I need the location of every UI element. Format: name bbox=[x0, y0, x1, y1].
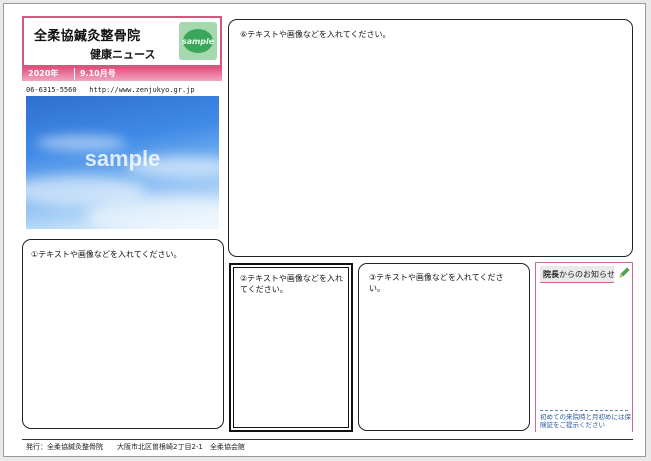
footer-publisher: 発行：全柔協鍼灸整骨院 大阪市北区曽根崎2丁目2-1 全柔協会館 bbox=[26, 443, 245, 451]
contact-line: 06-6315-5560 http://www.zenjukyo.gr.jp bbox=[26, 86, 195, 94]
content-panel-3[interactable]: ③テキストや画像などを入れてください。 bbox=[358, 263, 530, 431]
notice-title-strong: 院長 bbox=[543, 270, 559, 279]
website-url: http://www.zenjukyo.gr.jp bbox=[89, 86, 195, 94]
director-notice: 院長からのお知らせ 初めての来院時と月初めには保険証をご提示ください bbox=[535, 262, 633, 432]
sky-photo: sample bbox=[26, 96, 219, 229]
issue-date-bar: 2020年 9.10月号 bbox=[22, 67, 222, 81]
panel-6-text: ⑥テキストや画像などを入れてください。 bbox=[240, 30, 391, 39]
phone-number: 06-6315-5560 bbox=[26, 86, 77, 94]
content-panel-2[interactable]: ②テキストや画像などを入れてください。 bbox=[229, 263, 353, 432]
panel-2-text: ②テキストや画像などを入れてください。 bbox=[240, 274, 343, 294]
notice-header: 院長からのお知らせ bbox=[540, 266, 615, 283]
date-divider bbox=[74, 68, 75, 80]
masthead: 全柔協鍼灸整骨院 健康ニュース sample bbox=[22, 16, 222, 67]
notice-title-rest: からのお知らせ bbox=[559, 270, 615, 279]
clinic-name: 全柔協鍼灸整骨院 bbox=[34, 29, 141, 44]
footer-rule bbox=[22, 439, 633, 440]
notice-divider bbox=[540, 410, 628, 411]
notice-title: 院長からのお知らせ bbox=[543, 269, 615, 280]
content-panel-6[interactable]: ⑥テキストや画像などを入れてください。 bbox=[228, 19, 633, 257]
image-watermark: sample bbox=[84, 146, 161, 171]
logo-text: sample bbox=[182, 29, 214, 53]
pencil-icon bbox=[619, 267, 630, 278]
content-panel-1[interactable]: ①テキストや画像などを入れてください。 bbox=[22, 239, 224, 429]
issue-year: 2020年 bbox=[28, 69, 59, 78]
panel-1-text: ①テキストや画像などを入れてください。 bbox=[31, 250, 182, 259]
newsletter-sheet: 全柔協鍼灸整骨院 健康ニュース sample 2020年 9.10月号 06-6… bbox=[3, 3, 646, 457]
notice-note: 初めての来院時と月初めには保険証をご提示ください bbox=[540, 413, 631, 429]
panel-3-text: ③テキストや画像などを入れてください。 bbox=[369, 273, 504, 293]
newsletter-title: 健康ニュース bbox=[90, 48, 156, 61]
logo-image: sample bbox=[179, 22, 217, 60]
issue-month: 9.10月号 bbox=[80, 69, 116, 78]
